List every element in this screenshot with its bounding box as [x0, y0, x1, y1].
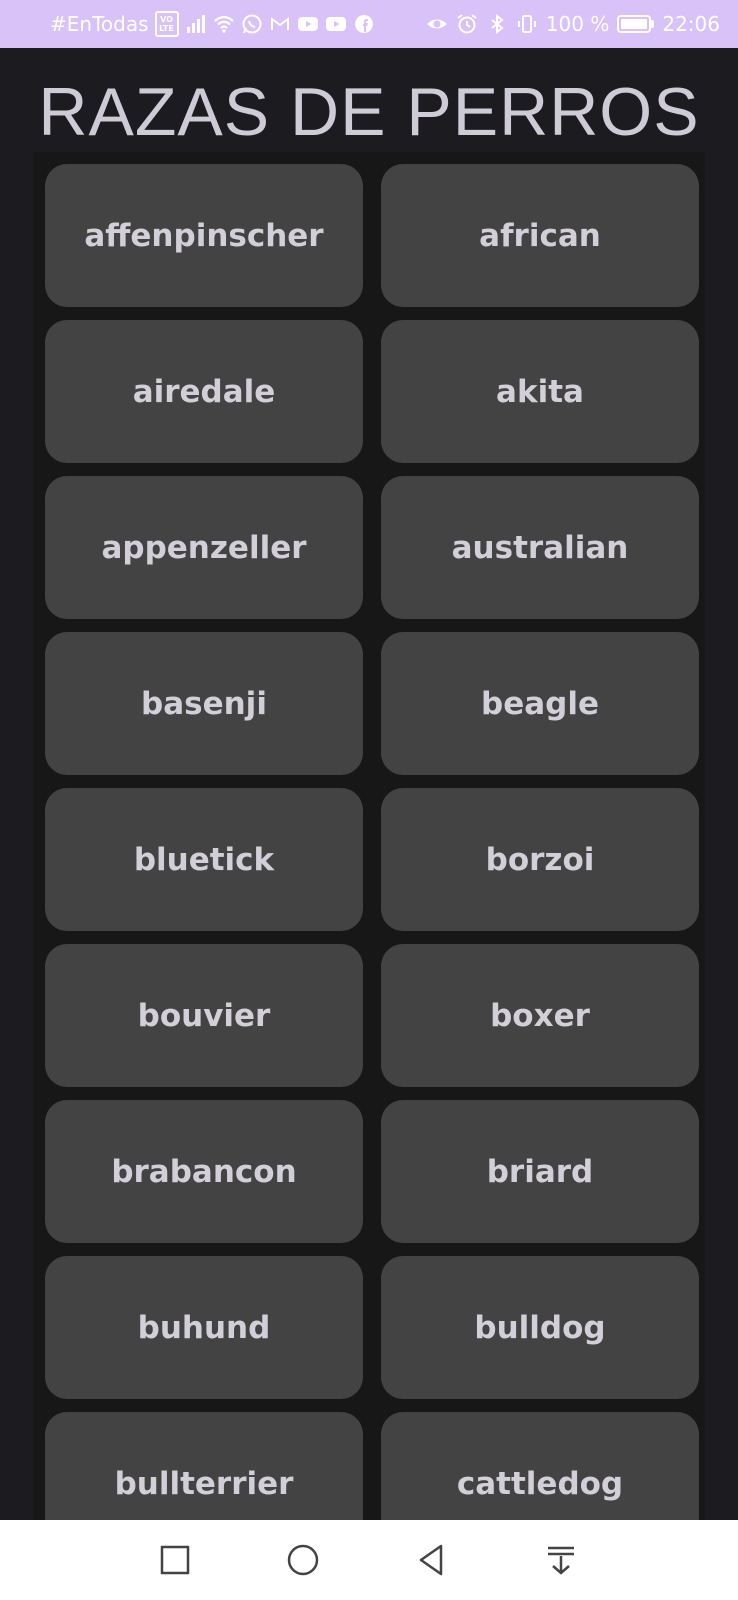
clock: 22:06: [662, 12, 720, 36]
facebook-icon: [353, 13, 375, 35]
battery-body: [617, 15, 652, 33]
vibrate-icon: [516, 13, 538, 35]
breed-button[interactable]: akita: [381, 320, 699, 463]
breed-button[interactable]: briard: [381, 1100, 699, 1243]
recents-square-icon[interactable]: [155, 1540, 195, 1580]
breed-button[interactable]: bluetick: [45, 788, 363, 931]
whatsapp-icon: [241, 13, 263, 35]
breed-button[interactable]: brabancon: [45, 1100, 363, 1243]
page-title: RAZAS DE PERROS: [38, 74, 700, 150]
breed-button[interactable]: buhund: [45, 1256, 363, 1399]
wifi-icon: [213, 13, 235, 35]
signal-icon: [185, 13, 207, 35]
back-triangle-icon[interactable]: [412, 1540, 452, 1580]
notification-pulldown-icon[interactable]: [541, 1540, 581, 1580]
battery-tip: [651, 20, 655, 28]
battery-fill: [621, 19, 648, 29]
breed-list[interactable]: affenpinscher african airedale akita app…: [33, 152, 705, 1520]
breed-button[interactable]: bulldog: [381, 1256, 699, 1399]
home-circle-icon[interactable]: [283, 1540, 323, 1580]
breed-button[interactable]: affenpinscher: [45, 164, 363, 307]
bluetooth-icon: [486, 13, 508, 35]
breed-button[interactable]: african: [381, 164, 699, 307]
youtube-icon: [297, 13, 319, 35]
breed-button[interactable]: borzoi: [381, 788, 699, 931]
breed-button[interactable]: cattledog: [381, 1412, 699, 1520]
volte-icon: VO LTE: [154, 11, 179, 37]
carrier-label: #EnTodas: [50, 12, 149, 36]
status-right: 100 % 22:06: [426, 12, 720, 36]
volte-top-label: VO: [160, 15, 173, 24]
status-left: #EnTodas VO LTE: [50, 11, 375, 37]
breed-button[interactable]: boxer: [381, 944, 699, 1087]
breed-button[interactable]: beagle: [381, 632, 699, 775]
status-bar: #EnTodas VO LTE 100 % 22:06: [0, 0, 738, 48]
battery-percent: 100 %: [545, 12, 610, 36]
navigation-bar: [0, 1520, 738, 1600]
youtube-icon: [325, 13, 347, 35]
breed-button[interactable]: appenzeller: [45, 476, 363, 619]
breed-button[interactable]: basenji: [45, 632, 363, 775]
breed-button[interactable]: airedale: [45, 320, 363, 463]
breed-button[interactable]: bouvier: [45, 944, 363, 1087]
breed-button[interactable]: australian: [381, 476, 699, 619]
breed-button[interactable]: bullterrier: [45, 1412, 363, 1520]
breed-grid: affenpinscher african airedale akita app…: [45, 164, 699, 1520]
battery-icon: [617, 15, 655, 33]
volte-bottom-label: LTE: [159, 24, 174, 33]
gmail-icon: [269, 13, 291, 35]
eye-icon: [426, 13, 448, 35]
alarm-icon: [456, 13, 478, 35]
